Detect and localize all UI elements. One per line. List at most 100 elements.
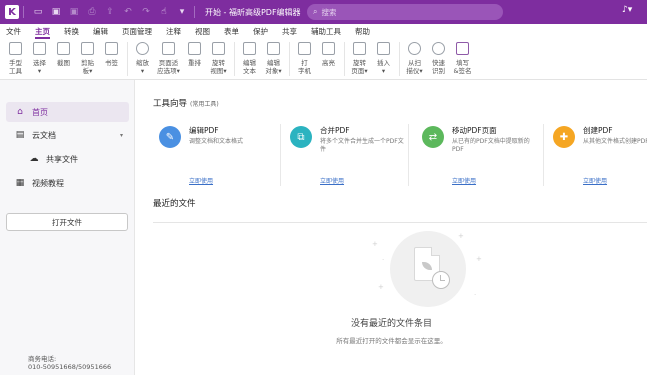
sparkle-icon: + <box>476 255 482 263</box>
ribbon-button[interactable]: 剪贴 板▾ <box>76 39 99 75</box>
ribbon-button-label: 编辑 文本 <box>243 59 256 75</box>
redo-icon[interactable]: ↷ <box>138 5 154 19</box>
card-link[interactable]: 立即使用 <box>320 176 344 185</box>
menu-item[interactable]: 视图 <box>195 24 210 39</box>
tool-card-merge-pdf[interactable]: ⧉ 合并PDF 将多个文件合并生成一个PDF文件 立即使用 <box>284 124 410 186</box>
divider <box>234 42 235 76</box>
open-file-button[interactable]: 打开文件 <box>6 213 128 231</box>
menu-item[interactable]: 表单 <box>224 24 239 39</box>
ribbon-button-label: 剪贴 板▾ <box>81 59 94 75</box>
menu-item[interactable]: 编辑 <box>93 24 108 39</box>
sidebar-item-label: 共享文件 <box>46 154 78 164</box>
sidebar-item-video-tutorials[interactable]: ▦ 视频教程 <box>6 173 129 193</box>
menu-item[interactable]: 帮助 <box>355 24 370 39</box>
menu-item[interactable]: 页面管理 <box>122 24 152 39</box>
sidebar-item-home[interactable]: ⌂ 首页 <box>6 102 129 122</box>
card-title: 创建PDF <box>583 126 613 135</box>
divider <box>23 6 24 18</box>
ribbon-button-label: 手型 工具 <box>9 59 22 75</box>
ribbon-button[interactable]: 截图 <box>52 39 75 67</box>
zoom-icon <box>136 42 149 55</box>
sparkle-icon: + <box>372 240 378 248</box>
ribbon-button-label: 编辑 对象▾ <box>265 59 282 75</box>
chevron-down-icon[interactable]: ▾ <box>120 132 123 139</box>
ribbon-button-label: 插入 ▾ <box>377 59 390 75</box>
menu-item[interactable]: 转换 <box>64 24 79 39</box>
clock-icon <box>432 271 450 289</box>
ribbon-button-label: 快速 识别 <box>432 59 445 75</box>
tools-title: 工具向导 <box>153 99 188 109</box>
ribbon-button[interactable]: 快速 识别 <box>427 39 450 75</box>
save-icon[interactable]: ▣ <box>48 5 64 19</box>
ribbon-button[interactable]: 页面适 应选项▾ <box>155 39 182 75</box>
ribbon-button[interactable]: 旋转 页面▾ <box>348 39 371 75</box>
card-link[interactable]: 立即使用 <box>583 176 607 185</box>
sidebar-item-cloud-docs[interactable]: ▤ 云文档 ▾ <box>6 125 129 145</box>
ribbon-button[interactable]: 编辑 对象▾ <box>262 39 285 75</box>
sparkle-icon: + <box>378 283 384 291</box>
tool-card-create-pdf[interactable]: ✚ 创建PDF 从其他文件格式创建PDF 立即使用 <box>547 124 647 186</box>
card-desc: 调整文档和文本格式 <box>189 138 244 145</box>
ribbon-button[interactable]: 重排 <box>183 39 206 67</box>
ribbon-button[interactable]: 书签 <box>100 39 123 67</box>
ribbon-button[interactable]: 手型 工具 <box>4 39 27 75</box>
sidebar-item-shared-files[interactable]: ☁ 共享文件 <box>6 149 129 169</box>
sidebar-item-label: 首页 <box>32 107 48 117</box>
card-link[interactable]: 立即使用 <box>189 176 213 185</box>
ribbon-button[interactable]: 填写 &签名 <box>451 39 474 75</box>
divider <box>153 222 647 223</box>
hand-tool-icon[interactable]: ☝ <box>156 5 172 19</box>
ribbon-button[interactable]: 选择 ▾ <box>28 39 51 75</box>
tools-subtitle: (常用工具) <box>190 101 219 108</box>
highlight-icon <box>322 42 335 55</box>
app-logo: K <box>5 5 19 19</box>
menu-item[interactable]: 辅助工具 <box>311 24 341 39</box>
create-pdf-icon: ✚ <box>553 126 575 148</box>
scanner-icon <box>408 42 421 55</box>
left-sidebar: ⌂ 首页 ▤ 云文档 ▾ ☁ 共享文件 ▦ 视频教程 打开文件 商务电话: 01… <box>0 80 135 375</box>
tools-section-title: 工具向导 (常用工具) <box>153 97 219 109</box>
save-as-icon[interactable]: ▣ <box>66 5 82 19</box>
ribbon-button-label: 缩放 ▾ <box>136 59 149 75</box>
edit-object-icon <box>267 42 280 55</box>
menu-item[interactable]: 主页 <box>35 24 50 39</box>
undo-icon[interactable]: ↶ <box>120 5 136 19</box>
ribbon-button[interactable]: 打 字机 <box>293 39 316 75</box>
tool-card-edit-pdf[interactable]: ✎ 编辑PDF 调整文档和文本格式 立即使用 <box>153 124 279 186</box>
search-placeholder: 搜索 <box>321 7 337 17</box>
menu-item[interactable]: 共享 <box>282 24 297 39</box>
fill-sign-icon <box>456 42 469 55</box>
ribbon-button[interactable]: 插入 ▾ <box>372 39 395 75</box>
folder-open-icon[interactable]: ▭ <box>30 5 46 19</box>
card-title: 编辑PDF <box>189 126 219 135</box>
empty-state-title: 没有最近的文件条目 <box>350 319 432 329</box>
ribbon-button[interactable]: 高亮 <box>317 39 340 67</box>
empty-state-subtitle: 所有最近打开的文件都会显示在这里。 <box>336 337 447 345</box>
print-icon[interactable]: ⎙ <box>84 5 100 19</box>
menu-item[interactable]: 保护 <box>253 24 268 39</box>
sidebar-item-label: 视频教程 <box>32 178 64 188</box>
fit-page-icon <box>162 42 175 55</box>
ribbon-button-label: 旋转 页面▾ <box>351 59 368 75</box>
menu-item[interactable]: 文件 <box>6 24 21 39</box>
tool-card-move-pages[interactable]: ⇄ 移动PDF页面 从已有的PDF文档中提取新的PDF 立即使用 <box>416 124 542 186</box>
menu-item[interactable]: 注释 <box>166 24 181 39</box>
empty-state-illustration <box>390 231 466 307</box>
ribbon-button-label: 旋转 视图▾ <box>210 59 227 75</box>
ribbon-button[interactable]: 旋转 视图▾ <box>207 39 230 75</box>
ribbon-button[interactable]: 编辑 文本 <box>238 39 261 75</box>
bookmark-icon <box>105 42 118 55</box>
card-link[interactable]: 立即使用 <box>452 176 476 185</box>
rotate-page-icon <box>353 42 366 55</box>
select-icon <box>33 42 46 55</box>
ribbon-button[interactable]: 缩放 ▾ <box>131 39 154 75</box>
ribbon-button[interactable]: 从扫 描仪▾ <box>403 39 426 75</box>
share-icon[interactable]: ⇪ <box>102 5 118 19</box>
clipboard-icon <box>81 42 94 55</box>
search-input[interactable]: ⌕ 搜索 <box>307 4 503 20</box>
card-desc: 从其他文件格式创建PDF <box>583 138 647 145</box>
divider <box>543 124 544 186</box>
edit-text-icon <box>243 42 256 55</box>
more-icon[interactable]: ▾ <box>174 5 190 19</box>
notification-bell-icon[interactable]: ♪▾ <box>622 5 632 15</box>
